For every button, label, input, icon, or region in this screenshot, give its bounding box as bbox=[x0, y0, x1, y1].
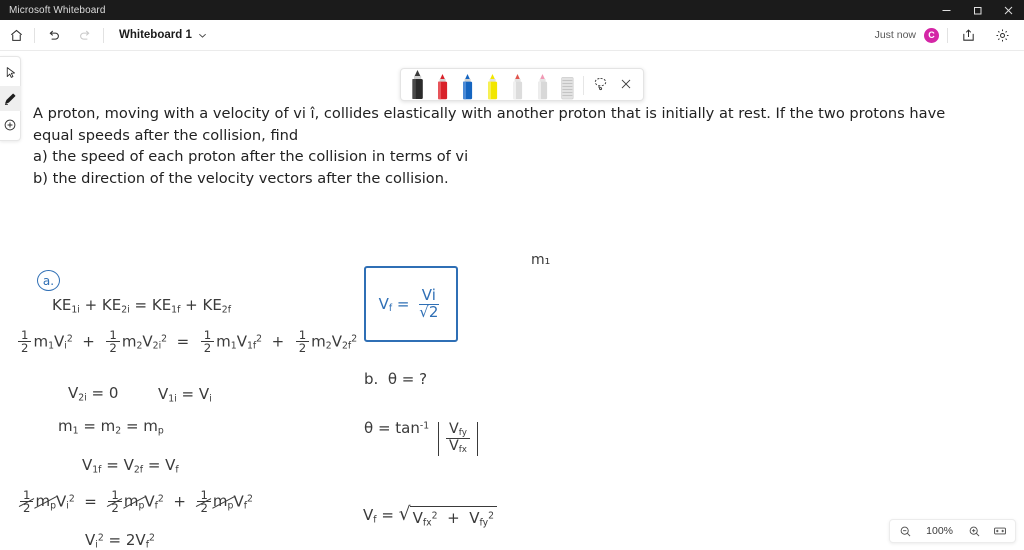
work-line-v1i: V1i = Vi bbox=[158, 385, 212, 405]
work-line-energy: 1 2 m1Vi2 + 1 2 m2V2i2 = 1 2 m1V1f2 + 1 2 m2V2f2 bbox=[16, 329, 357, 355]
work-line-cancelled: 1 2 mpVi2 = 1 2 mpVf2 + 1 2 mpVf2 bbox=[18, 489, 253, 515]
pen-blue[interactable] bbox=[455, 67, 480, 100]
pen-pink[interactable] bbox=[530, 67, 555, 100]
redo-icon[interactable] bbox=[69, 20, 101, 51]
part-b-question: b. θ = ? bbox=[364, 370, 428, 388]
maximize-button[interactable] bbox=[962, 0, 993, 20]
command-bar-right: Just now C bbox=[875, 20, 1024, 51]
home-icon[interactable] bbox=[0, 20, 32, 51]
app-title: Microsoft Whiteboard bbox=[9, 4, 106, 16]
part-b-theta-formula: θ = tan-1 Vfy Vfx bbox=[364, 419, 479, 456]
ruler-tool[interactable] bbox=[555, 67, 580, 100]
save-status: Just now bbox=[874, 29, 916, 41]
divider bbox=[34, 27, 35, 43]
zoom-out-icon[interactable] bbox=[893, 520, 917, 542]
share-icon[interactable] bbox=[952, 20, 984, 51]
command-bar: Whiteboard 1 Just now C bbox=[0, 20, 1024, 51]
answer-lhs-sub: f bbox=[388, 302, 393, 314]
document-name-label: Whiteboard 1 bbox=[119, 29, 192, 41]
answer-equals: = bbox=[396, 294, 410, 313]
window-controls bbox=[931, 0, 1024, 20]
lasso-select-icon[interactable] bbox=[587, 67, 613, 100]
pen-tray bbox=[400, 68, 644, 101]
pen-red[interactable] bbox=[430, 67, 455, 100]
fit-to-screen-icon[interactable] bbox=[988, 520, 1012, 542]
whiteboard-app: Microsoft Whiteboard Whiteboard 1 Just n… bbox=[0, 0, 1024, 550]
zoom-in-icon[interactable] bbox=[962, 520, 986, 542]
part-b-magnitude-formula: Vf = √ Vfx2 + Vfy2 bbox=[363, 505, 498, 528]
zoom-level[interactable]: 100% bbox=[919, 525, 960, 537]
pen-grey[interactable] bbox=[505, 67, 530, 100]
problem-statement: A proton, moving with a velocity of vi î… bbox=[33, 105, 946, 187]
pen-black[interactable] bbox=[405, 67, 430, 100]
part-a-marker: a. bbox=[37, 270, 60, 291]
chevron-down-icon bbox=[198, 33, 206, 38]
work-line-vi-squared: Vi2 = 2Vf2 bbox=[85, 531, 155, 550]
select-tool[interactable] bbox=[0, 60, 21, 85]
work-line-masses: m1 = m2 = mp bbox=[58, 417, 164, 437]
title-bar: Microsoft Whiteboard bbox=[0, 0, 1024, 20]
zoom-bar: 100% bbox=[889, 519, 1016, 543]
pen-yellow[interactable] bbox=[480, 67, 505, 100]
work-line-final-speeds: V1f = V2f = Vf bbox=[82, 456, 179, 476]
undo-icon[interactable] bbox=[37, 20, 69, 51]
work-line-v2i: V2i = 0 bbox=[68, 384, 119, 404]
divider bbox=[103, 27, 104, 43]
avatar[interactable]: C bbox=[924, 27, 939, 43]
divider bbox=[947, 27, 948, 43]
work-line-ke: KE1i + KE2i = KE1f + KE2f bbox=[52, 296, 231, 316]
tool-rail bbox=[0, 56, 21, 141]
pen-tool[interactable] bbox=[0, 86, 21, 111]
answer-box: Vf = Vi √2 bbox=[364, 266, 458, 342]
minimize-button[interactable] bbox=[931, 0, 962, 20]
whiteboard-canvas[interactable]: A proton, moving with a velocity of vi î… bbox=[0, 51, 1024, 550]
answer-numerator: Vi bbox=[418, 287, 439, 305]
close-icon[interactable] bbox=[613, 67, 639, 100]
add-tool[interactable] bbox=[0, 112, 21, 137]
gear-icon[interactable] bbox=[986, 20, 1018, 51]
answer-expression: Vf = Vi √2 bbox=[378, 287, 444, 321]
close-button[interactable] bbox=[993, 0, 1024, 20]
document-name-menu[interactable]: Whiteboard 1 bbox=[110, 23, 216, 48]
answer-lhs: V bbox=[378, 294, 389, 313]
answer-denominator: √2 bbox=[419, 302, 439, 321]
divider bbox=[583, 76, 584, 95]
stray-note: m₁ bbox=[531, 252, 551, 268]
